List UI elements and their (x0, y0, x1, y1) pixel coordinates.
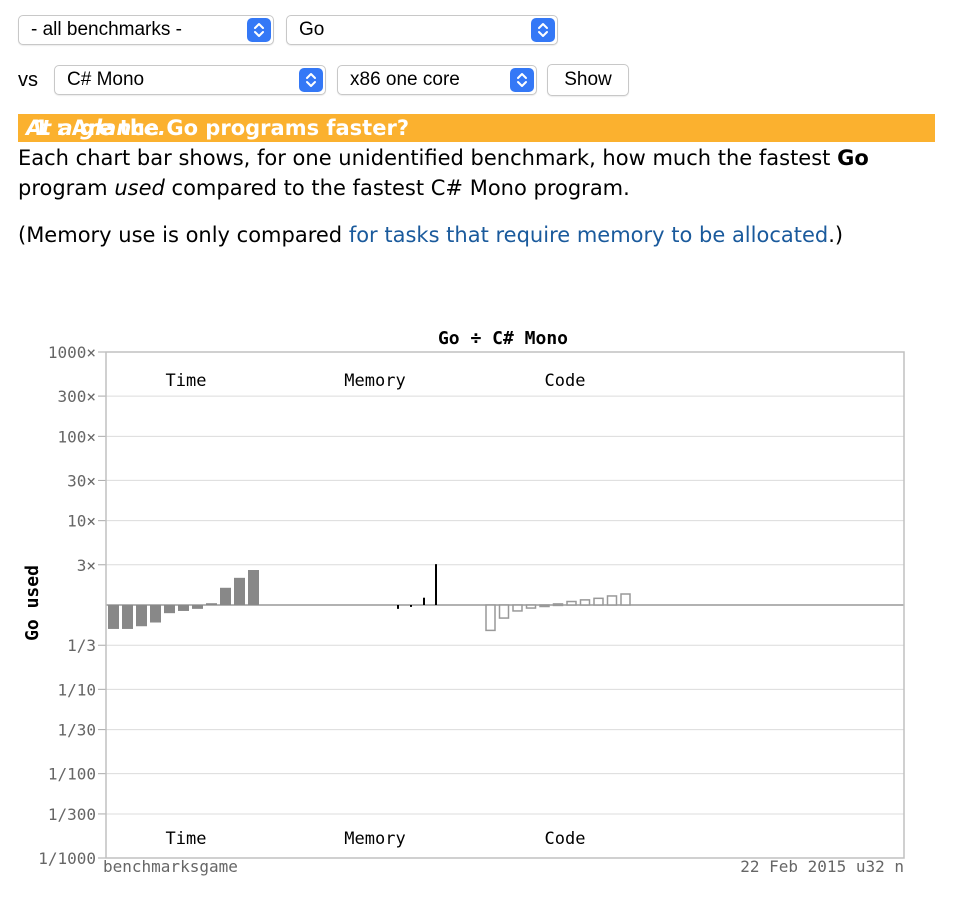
compare-select[interactable]: C# Mono (54, 65, 326, 95)
y-tick-label: 1/10 (57, 680, 96, 699)
y-tick-label: 1/1000 (38, 849, 96, 868)
section-heading: 1 : Are the Go programs faster? At a gla… (18, 114, 935, 142)
language-select[interactable]: Go (286, 15, 558, 45)
time-bar (206, 603, 217, 605)
description-paragraph: Each chart bar shows, for one unidentifi… (18, 143, 948, 203)
y-tick-label: 3× (77, 556, 96, 575)
p1-text-3: compared to the fastest C# Mono program. (164, 176, 630, 200)
memory-bar (435, 564, 437, 605)
time-bar (192, 605, 203, 609)
platform-select[interactable]: x86 one core (337, 65, 537, 95)
p1-text-1: Each chart bar shows, for one unidentifi… (18, 146, 838, 170)
y-tick-label: 1000× (48, 343, 96, 362)
code-bar (512, 604, 523, 612)
y-tick-label: 1/100 (48, 765, 96, 784)
p1-bold: Go (837, 146, 869, 170)
code-bar (566, 600, 577, 606)
group-label: Time (166, 829, 207, 849)
heading-text: 1 : Are the Go programs faster? (34, 116, 410, 140)
code-bar (485, 604, 496, 632)
time-bar (220, 587, 231, 605)
p2-text-1: (Memory use is only compared (18, 223, 349, 247)
code-bar (593, 597, 604, 606)
code-bar (620, 593, 631, 606)
platform-select-value: x86 one core (350, 69, 460, 90)
code-bar (498, 604, 510, 619)
chevron-updown-icon (247, 18, 271, 42)
time-bar (248, 570, 259, 605)
y-tick-label: 10× (67, 512, 96, 531)
time-bar (234, 577, 245, 605)
code-bar (606, 595, 618, 606)
time-bar (122, 605, 133, 629)
memory-bar (423, 597, 425, 605)
footer-left: benchmarksgame (103, 857, 238, 876)
memory-bar (397, 605, 399, 609)
chevron-updown-icon (510, 68, 534, 92)
compare-select-value: C# Mono (67, 69, 145, 90)
group-label: Memory (344, 371, 405, 391)
y-tick-label: 1/300 (48, 805, 96, 824)
p2-text-2: .) (828, 223, 844, 247)
memory-allocation-link[interactable]: for tasks that require memory to be allo… (349, 223, 828, 247)
group-label: Memory (344, 829, 405, 849)
code-bar (539, 604, 550, 608)
y-tick-label: 100× (57, 427, 96, 446)
bars (108, 564, 631, 632)
y-tick-label: 30× (67, 471, 96, 490)
memory-note-paragraph: (Memory use is only compared for tasks t… (18, 220, 948, 250)
code-bar (579, 599, 591, 606)
footer-right: 22 Feb 2015 u32 n (740, 857, 904, 876)
language-select-value: Go (299, 19, 325, 40)
time-bar (178, 605, 189, 611)
memory-bar (410, 605, 412, 607)
y-ticks: 1000× 300× 100× 30× 10× 3× 1/3 1/10 1/30 1/100 1/3… (38, 343, 106, 868)
time-bar (164, 605, 175, 614)
chart-title: Go ÷ C# Mono (438, 328, 568, 349)
benchmark-select-value: - all benchmarks - (31, 19, 182, 40)
comparison-chart: Go ÷ C# Mono Go used 1000× 300× 100× 30× 10×… (22, 328, 905, 876)
time-bar (136, 605, 147, 627)
code-bar (525, 604, 537, 609)
time-bar (150, 605, 161, 623)
benchmark-select[interactable]: - all benchmarks - (18, 15, 274, 45)
y-tick-label: 1/3 (67, 636, 96, 655)
vs-label: vs (18, 69, 38, 91)
p1-text-2: program (18, 176, 115, 200)
chevron-updown-icon (531, 18, 555, 42)
y-axis-label: Go used (22, 565, 43, 641)
code-bar (552, 603, 564, 607)
p1-italic: used (114, 176, 165, 200)
time-bar (108, 605, 119, 629)
group-label: Code (545, 371, 586, 391)
show-button[interactable]: Show (547, 64, 629, 96)
y-tick-label: 300× (57, 387, 96, 406)
y-tick-label: 1/30 (57, 721, 96, 740)
chevron-updown-icon (299, 68, 323, 92)
group-label: Code (545, 829, 586, 849)
group-label: Time (166, 371, 207, 391)
